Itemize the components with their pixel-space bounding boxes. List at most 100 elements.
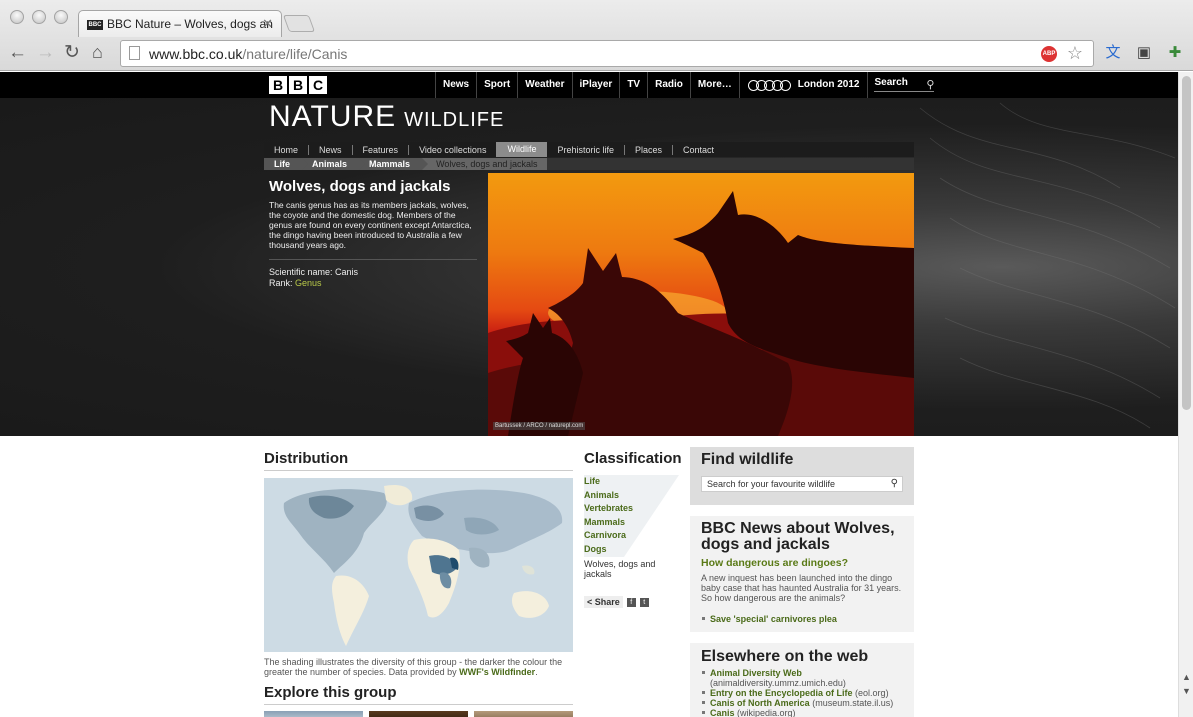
- bbc-news-box: BBC News about Wolves, dogs and jackals …: [690, 516, 914, 632]
- distribution-section: Distribution The shading illustrates the…: [264, 450, 573, 677]
- site-title[interactable]: NATURE WILDLIFE: [269, 100, 504, 134]
- minimize-window-button[interactable]: [32, 10, 46, 24]
- list-item: Save 'special' carnivores plea: [701, 614, 903, 624]
- nav-news[interactable]: News: [309, 144, 353, 155]
- puzzle-extension-icon[interactable]: ✚: [1166, 44, 1184, 62]
- classification-current: Wolves, dogs and jackals: [584, 558, 656, 579]
- classification-level-vertebrates[interactable]: Vertebrates: [584, 502, 679, 516]
- classification-level-animals[interactable]: Animals: [584, 489, 679, 503]
- classification-level-carnivora[interactable]: Carnivora: [584, 529, 679, 543]
- elsewhere-link[interactable]: Canis: [710, 708, 735, 717]
- vertical-scrollbar[interactable]: ▲ ▼: [1178, 72, 1193, 717]
- nav-wildlife[interactable]: Wildlife: [496, 142, 548, 157]
- bbc-global-bar: B B C News Sport Weather iPlayer TV Radi…: [0, 72, 1178, 98]
- search-icon[interactable]: ⚲: [891, 478, 898, 489]
- elsewhere-link[interactable]: Entry on the Encyclopedia of Life: [710, 688, 853, 698]
- elsewhere-link[interactable]: Animal Diversity Web: [710, 668, 802, 678]
- bbc-logo-letter: B: [269, 76, 287, 94]
- new-tab-button[interactable]: [282, 15, 316, 32]
- nav-places[interactable]: Places: [625, 144, 674, 155]
- bbc-nav-weather[interactable]: Weather: [517, 72, 571, 98]
- bbc-search-box[interactable]: Search ⚲: [867, 72, 940, 98]
- distribution-caption: The shading illustrates the diversity of…: [264, 657, 573, 677]
- elsewhere-source: (wikipedia.org): [737, 708, 796, 717]
- classification-level-mammals[interactable]: Mammals: [584, 516, 679, 530]
- classification-level-life[interactable]: Life: [584, 475, 679, 489]
- divider: [269, 259, 477, 260]
- scrollbar-thumb[interactable]: [1182, 76, 1191, 410]
- url-text: www.bbc.co.uk/nature/life/Canis: [149, 46, 347, 62]
- star-icon[interactable]: ☆: [1067, 43, 1083, 64]
- reload-icon[interactable]: ↻: [64, 43, 80, 62]
- scroll-down-arrow-icon[interactable]: ▼: [1182, 686, 1191, 696]
- distribution-map[interactable]: [264, 478, 573, 652]
- nav-prehistoric-life[interactable]: Prehistoric life: [547, 144, 625, 155]
- screenshot-extension-icon[interactable]: ▣: [1135, 44, 1153, 62]
- species-title: Wolves, dogs and jackals: [269, 178, 451, 195]
- close-window-button[interactable]: [10, 10, 24, 24]
- scientific-name-value: Canis: [335, 267, 359, 277]
- bbc-nav-news[interactable]: News: [435, 72, 476, 98]
- hero-section: NATURE WILDLIFE Home News Features Video …: [0, 98, 1178, 436]
- wildlife-search-input[interactable]: Search for your favourite wildlife ⚲: [701, 476, 903, 492]
- breadcrumb-life[interactable]: Life: [264, 158, 309, 170]
- tab-title: BBC Nature – Wolves, dogs an: [107, 17, 273, 31]
- rank: Rank: Genus: [269, 278, 477, 289]
- adblock-icon[interactable]: ABP: [1041, 46, 1057, 62]
- elsewhere-source: (animaldiversity.ummz.umich.edu): [710, 678, 846, 688]
- site-section-title: WILDLIFE: [404, 109, 505, 131]
- bbc-nav-sport[interactable]: Sport: [476, 72, 517, 98]
- browser-tab[interactable]: BBC BBC Nature – Wolves, dogs an ✕: [78, 10, 282, 37]
- scientific-name: Scientific name: Canis: [269, 267, 477, 278]
- list-item: Animal Diversity Web (animaldiversity.umm…: [701, 668, 903, 688]
- twitter-icon[interactable]: t: [639, 597, 649, 607]
- classification-section: Classification Life Animals Vertebrates …: [584, 450, 682, 608]
- news-link[interactable]: Save 'special' carnivores plea: [710, 614, 837, 624]
- wildlife-search-placeholder: Search for your favourite wildlife: [707, 479, 836, 489]
- nav-contact[interactable]: Contact: [673, 145, 724, 155]
- explore-thumbnail[interactable]: [369, 711, 468, 717]
- bbc-nav-radio[interactable]: Radio: [647, 72, 690, 98]
- breadcrumb: Life Animals Mammals Wolves, dogs and ja…: [264, 158, 914, 170]
- news-headline-link[interactable]: How dangerous are dingoes?: [701, 557, 903, 569]
- nav-home[interactable]: Home: [264, 144, 310, 155]
- explore-thumbnail[interactable]: [264, 711, 363, 717]
- home-icon[interactable]: ⌂: [92, 43, 103, 62]
- breadcrumb-current: Wolves, dogs and jackals: [422, 158, 548, 170]
- nav-video-collections[interactable]: Video collections: [409, 145, 496, 155]
- translate-icon[interactable]: 文: [1104, 44, 1122, 62]
- forward-arrow-icon[interactable]: →: [36, 43, 55, 62]
- facebook-icon[interactable]: f: [626, 597, 636, 607]
- share-bar: < Share f t: [584, 596, 649, 608]
- rank-link[interactable]: Genus: [295, 278, 322, 288]
- scientific-name-label: Scientific name:: [269, 267, 333, 277]
- species-summary: Wolves, dogs and jackals The canis genus…: [269, 178, 477, 289]
- zoom-window-button[interactable]: [54, 10, 68, 24]
- photo-credit[interactable]: Bartussek / ARCO / naturepl.com: [493, 422, 586, 430]
- bbc-nav-tv[interactable]: TV: [619, 72, 647, 98]
- classification-level-dogs[interactable]: Dogs: [584, 543, 679, 557]
- section-nav: Home News Features Video collections Wil…: [264, 142, 914, 157]
- bbc-nav-iplayer[interactable]: iPlayer: [571, 72, 620, 98]
- london-2012-link[interactable]: London 2012: [738, 72, 868, 98]
- list-item: Canis of North America (museum.state.il.…: [701, 698, 903, 708]
- browser-chrome: BBC BBC Nature – Wolves, dogs an ✕ ← → ↻ …: [0, 0, 1193, 71]
- nav-features[interactable]: Features: [353, 144, 410, 155]
- breadcrumb-mammals[interactable]: Mammals: [359, 158, 429, 170]
- bbc-logo[interactable]: B B C: [269, 76, 327, 94]
- share-label: Share: [594, 597, 620, 607]
- elsewhere-link[interactable]: Canis of North America: [710, 698, 810, 708]
- explore-thumbnail[interactable]: [474, 711, 573, 717]
- hero-inner: NATURE WILDLIFE Home News Features Video …: [264, 98, 914, 436]
- address-bar[interactable]: www.bbc.co.uk/nature/life/Canis ABP ☆: [120, 40, 1094, 67]
- scroll-up-arrow-icon[interactable]: ▲: [1182, 672, 1191, 682]
- species-description: The canis genus has as its members jacka…: [269, 200, 472, 250]
- bbc-global-nav: News Sport Weather iPlayer TV Radio More…: [435, 72, 940, 98]
- search-icon[interactable]: ⚲: [926, 78, 934, 91]
- breadcrumb-animals[interactable]: Animals: [302, 158, 366, 170]
- wildfinder-link[interactable]: WWF's Wildfinder: [459, 667, 535, 677]
- bbc-nav-more[interactable]: More…: [689, 72, 739, 98]
- back-arrow-icon[interactable]: ←: [8, 43, 27, 62]
- share-button[interactable]: < Share: [584, 596, 623, 608]
- close-tab-icon[interactable]: ✕: [262, 16, 273, 32]
